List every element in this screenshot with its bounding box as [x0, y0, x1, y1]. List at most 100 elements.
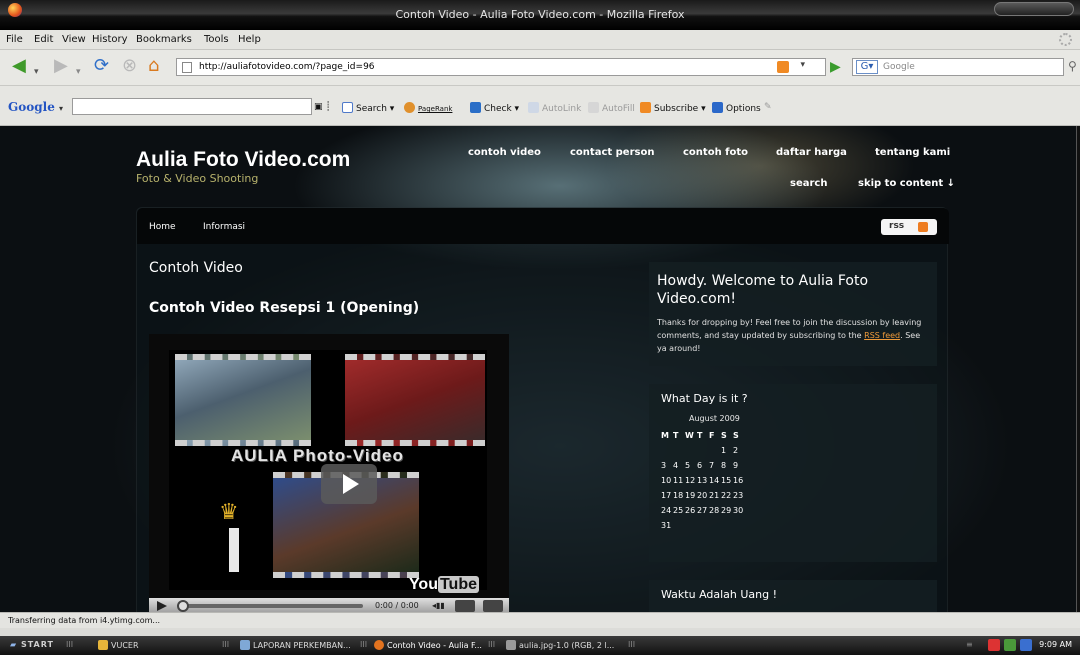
back-arrow-icon[interactable]: ◀: [12, 56, 26, 76]
nav-contoh-foto[interactable]: contoh foto: [683, 147, 748, 158]
task-gimp[interactable]: aulia.jpg-1.0 (RGB, 2 l...: [506, 640, 614, 650]
go-arrow-icon[interactable]: ▶: [830, 59, 841, 75]
rss-button[interactable]: rss: [881, 219, 937, 235]
rss-feed-icon[interactable]: [777, 61, 789, 73]
menu-tools[interactable]: Tools: [204, 34, 229, 45]
stop-icon[interactable]: ⊗: [122, 56, 137, 76]
pencil-icon[interactable]: ✎: [764, 102, 772, 112]
calendar-date: [709, 443, 721, 458]
search-icon[interactable]: ⚲: [1068, 59, 1077, 73]
start-button[interactable]: ▰ START: [6, 638, 58, 653]
menu-edit[interactable]: Edit: [34, 34, 53, 45]
calendar-day-header: S: [721, 431, 727, 440]
money-heading: Waktu Adalah Uang !: [661, 588, 778, 601]
site-title[interactable]: Aulia Foto Video.com: [136, 148, 350, 172]
subnav-informasi[interactable]: Informasi: [203, 222, 245, 232]
calendar-date: 3: [661, 461, 667, 470]
page-icon: [182, 62, 192, 73]
calendar-date: 16: [733, 476, 744, 485]
calendar-date: 22: [721, 491, 732, 500]
menu-bar: File Edit View History Bookmarks Tools H…: [0, 30, 1080, 50]
options-button[interactable]: Options: [712, 102, 761, 114]
nav-contact-person[interactable]: contact person: [570, 147, 654, 158]
google-search-button[interactable]: Search ▾: [342, 102, 394, 114]
calendar-widget: What Day is it ? August 2009 MTWTFSS1234…: [649, 384, 937, 562]
nav-skip-to-content[interactable]: skip to content ↓: [858, 178, 955, 189]
subnav-home[interactable]: Home: [149, 222, 176, 232]
nav-tentang-kami[interactable]: tentang kami: [875, 147, 950, 158]
post-title[interactable]: Contoh Video Resepsi 1 (Opening): [149, 300, 419, 316]
task-laporan[interactable]: LAPORAN PERKEMBAN...: [240, 640, 351, 650]
calendar-date: 8: [721, 461, 727, 470]
status-text: Transferring data from i4.ytimg.com...: [8, 616, 161, 625]
autofill-button[interactable]: AutoFill: [588, 102, 635, 114]
calendar-day-header: S: [733, 431, 739, 440]
play-overlay-icon[interactable]: [321, 464, 377, 504]
spell-check-button[interactable]: Check ▾: [470, 102, 519, 114]
calendar-day-header: M: [661, 431, 669, 440]
google-toolbar-logo[interactable]: Google ▾: [8, 100, 63, 114]
menu-help[interactable]: Help: [238, 34, 261, 45]
calendar-date: 15: [721, 476, 732, 485]
menu-view[interactable]: View: [62, 34, 86, 45]
google-engine-icon[interactable]: G▾: [856, 60, 878, 74]
seek-handle[interactable]: [177, 600, 189, 612]
menu-file[interactable]: File: [6, 34, 23, 45]
reload-icon[interactable]: ⟳: [94, 56, 109, 76]
autolink-button[interactable]: AutoLink: [528, 102, 581, 114]
calendar-date: 23: [733, 491, 744, 500]
nav-search[interactable]: search: [790, 178, 827, 189]
calendar-date: [709, 518, 721, 533]
calendar-date: 24: [661, 506, 672, 515]
calendar-date: [661, 443, 673, 458]
page-scrollbar[interactable]: [1076, 126, 1080, 612]
seek-bar[interactable]: [181, 604, 363, 608]
task-vucer[interactable]: VUCER: [98, 640, 139, 650]
title-bar: Contoh Video - Aulia Foto Video.com - Mo…: [0, 0, 1080, 30]
calendar-date: 19: [685, 491, 696, 500]
google-search-dropdown-icon[interactable]: ▣ ┊: [314, 102, 331, 112]
url-bar[interactable]: http://auliafotovideo.com/?page_id=96 ▾: [176, 58, 826, 76]
calendar-heading: What Day is it ?: [661, 392, 748, 405]
calendar-date: 13: [697, 476, 708, 485]
film-frame-car: [175, 354, 311, 446]
size-toggle-button[interactable]: [455, 600, 475, 612]
nav-contoh-video[interactable]: contoh video: [468, 147, 541, 158]
tray-monitor-icon[interactable]: [1020, 639, 1032, 651]
volume-icon[interactable]: ◂▮▮: [432, 601, 445, 610]
video-thumbnail[interactable]: AULIA Photo-Video ♛ You Tube: [169, 350, 487, 593]
youtube-video-player[interactable]: AULIA Photo-Video ♛ You Tube 0:00 / 0:00 …: [149, 334, 509, 612]
calendar-date: 10: [661, 476, 672, 485]
site-tagline: Foto & Video Shooting: [136, 172, 259, 185]
nav-daftar-harga[interactable]: daftar harga: [776, 147, 847, 158]
tray-network-icon[interactable]: [1004, 639, 1016, 651]
tray-antivirus-icon[interactable]: [988, 639, 1000, 651]
play-icon[interactable]: [157, 601, 167, 611]
search-box[interactable]: G▾ Google: [852, 58, 1064, 76]
forward-dropdown-icon[interactable]: ▾: [76, 62, 81, 82]
menu-bookmarks[interactable]: Bookmarks: [136, 34, 192, 45]
fullscreen-button[interactable]: [483, 600, 503, 612]
task-firefox[interactable]: Contoh Video - Aulia F...: [374, 640, 482, 650]
calendar-date: 17: [661, 491, 672, 500]
rss-feed-link[interactable]: RSS feed: [864, 331, 900, 340]
video-logo-text: AULIA Photo-Video: [231, 446, 404, 465]
video-time: 0:00 / 0:00: [375, 601, 419, 610]
rss-label: rss: [889, 221, 905, 231]
calendar-week: 12: [661, 443, 745, 458]
back-dropdown-icon[interactable]: ▾: [34, 62, 39, 82]
window-controls[interactable]: [994, 2, 1074, 16]
youtube-logo[interactable]: You Tube: [409, 576, 479, 594]
forward-arrow-icon[interactable]: ▶: [54, 56, 68, 76]
pagerank-button[interactable]: PageRank: [404, 102, 452, 114]
calendar-table: M T W T F S S 1 2 3 4 5 6 7 8 9 10 11 12 13 14 15 16 17 18 19 20 21…: [661, 428, 745, 533]
google-query-input[interactable]: [72, 98, 312, 115]
calendar-date: [697, 518, 709, 533]
url-dropdown-icon[interactable]: ▾: [800, 60, 805, 70]
menu-history[interactable]: History: [92, 34, 128, 45]
calendar-day-header: T: [697, 431, 703, 440]
candle-graphic: [229, 528, 239, 572]
home-icon[interactable]: ⌂: [148, 56, 159, 76]
rss-icon: [918, 222, 928, 232]
subscribe-button[interactable]: Subscribe ▾: [640, 102, 706, 114]
